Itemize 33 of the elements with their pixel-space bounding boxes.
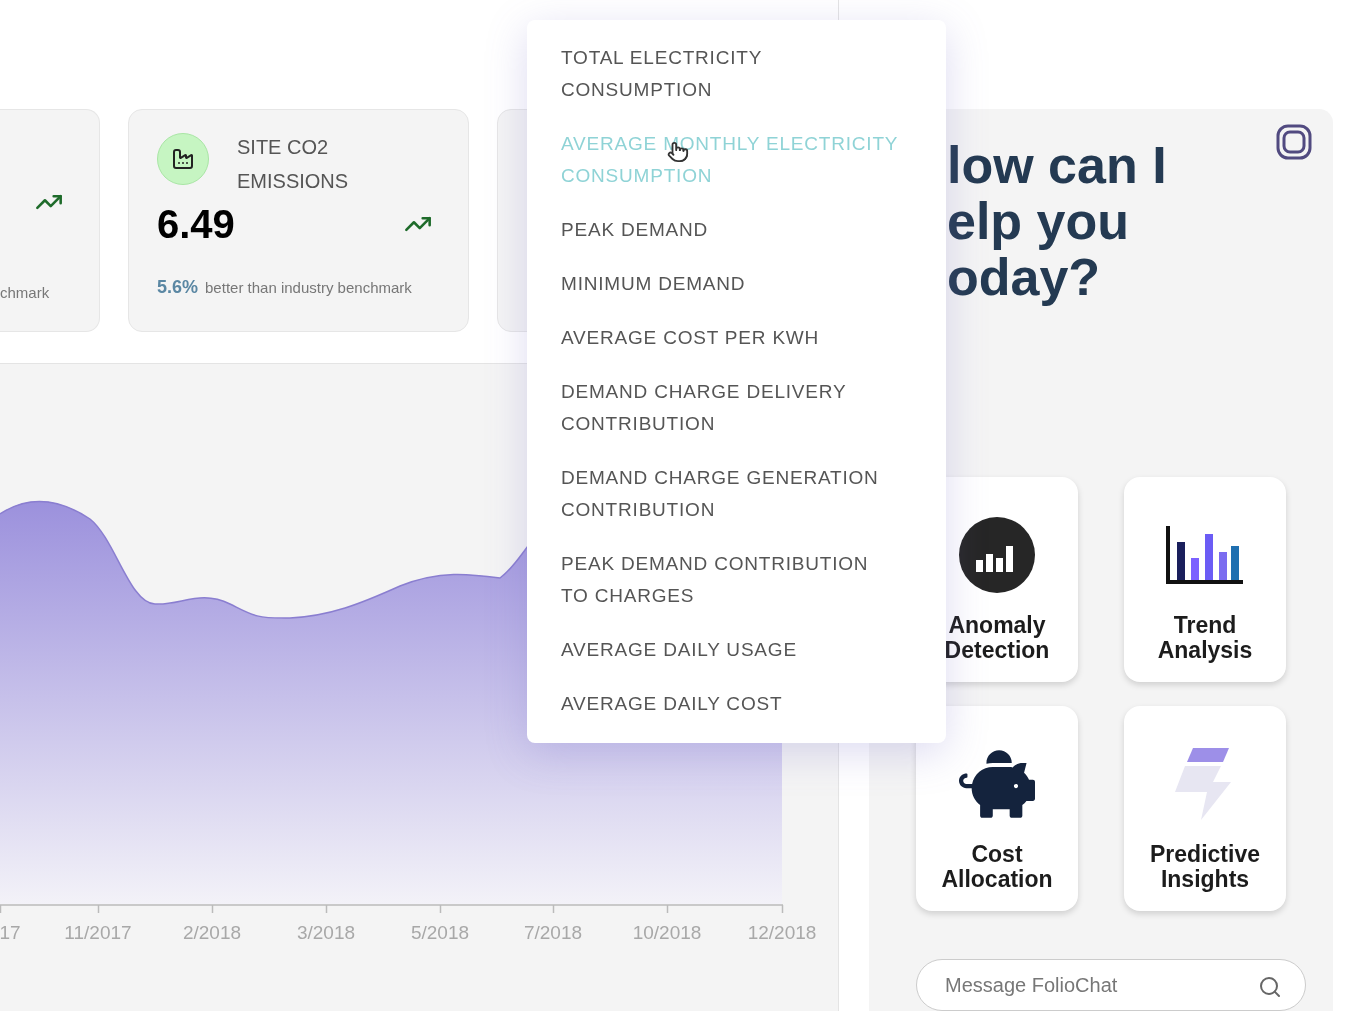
message-field[interactable]: Message FolioChat xyxy=(916,959,1306,1011)
action-card[interactable]: Trend Analysis xyxy=(1124,477,1286,682)
benchmark-text: better than industry benchmark xyxy=(205,278,412,298)
kpi-value: 6.49 xyxy=(157,201,235,248)
action-card[interactable]: Cost Allocation xyxy=(916,706,1078,911)
axis-label: 3/2018 xyxy=(296,921,356,945)
chat-heading: low can I elp you oday? xyxy=(947,137,1167,305)
menu-item[interactable]: TOTAL ELECTRICITY CONSUMPTION xyxy=(561,31,899,117)
bar-chart-icon xyxy=(958,516,1036,594)
axis-label: 10/2018 xyxy=(632,921,702,945)
axis-label: 11/2017 xyxy=(64,921,132,945)
bar-chart-icon xyxy=(1165,524,1245,586)
factory-icon xyxy=(157,133,209,185)
axis-label: 7/2018 xyxy=(523,921,583,945)
search-icon[interactable] xyxy=(1258,975,1282,999)
menu-item[interactable]: PEAK DEMAND CONTRIBUTION TO CHARGES xyxy=(561,537,899,623)
axis-label: 2/2018 xyxy=(182,921,242,945)
action-card[interactable]: Predictive Insights xyxy=(1124,706,1286,911)
menu-item[interactable]: AVERAGE DAILY USAGE xyxy=(561,623,899,677)
chat-logo-icon xyxy=(1275,123,1313,161)
kpi-title: SITE CO2 EMISSIONS xyxy=(237,135,350,194)
menu-item[interactable]: DEMAND CHARGE GENERATION CONTRIBUTION xyxy=(561,451,899,537)
axis-label: 5/2018 xyxy=(410,921,470,945)
axis-label: 17 xyxy=(0,921,21,945)
change-percent: 5.6% xyxy=(157,276,199,299)
menu-item[interactable]: AVERAGE COST PER KWH xyxy=(561,311,899,365)
benchmark-text: chmark xyxy=(0,283,50,303)
menu-item[interactable]: AVERAGE DAILY COST xyxy=(561,677,899,731)
menu-item[interactable]: PEAK DEMAND xyxy=(561,203,899,257)
menu-item[interactable]: DEMAND CHARGE DELIVERY CONTRIBUTION xyxy=(561,365,899,451)
axis-label: 12/2018 xyxy=(747,921,817,945)
piggy-bank-icon xyxy=(959,749,1035,819)
menu-item[interactable]: MINIMUM DEMAND xyxy=(561,257,899,311)
